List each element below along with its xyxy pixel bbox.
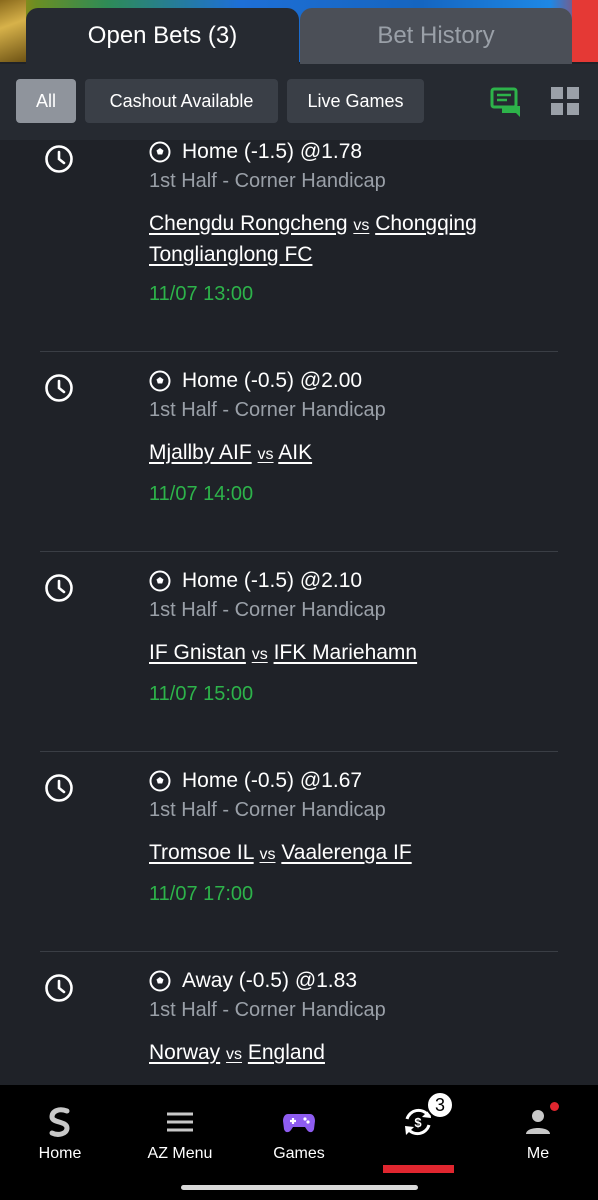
- notification-dot: [550, 1102, 559, 1111]
- clock-icon: [45, 374, 73, 402]
- divider: [40, 351, 558, 352]
- vs-label: vs: [226, 1046, 243, 1063]
- nav-az-menu-label: AZ Menu: [147, 1145, 213, 1162]
- nav-me[interactable]: Me: [488, 1105, 588, 1165]
- bottom-nav: Home AZ Menu Games $ 3 Me: [0, 1085, 598, 1200]
- nav-home[interactable]: Home: [10, 1105, 110, 1165]
- vs-label: vs: [353, 217, 370, 234]
- bet-time: 11/07 14:00: [149, 483, 254, 505]
- filter-cashout-button[interactable]: Cashout Available: [85, 79, 278, 123]
- selection-text: Home (-1.5) @2.10: [182, 569, 363, 592]
- bet-tabs: Open Bets (3) Bet History: [0, 8, 598, 64]
- open-bets-count-badge: 3: [426, 1091, 454, 1119]
- selection-text: Away (-0.5) @1.83: [182, 969, 358, 992]
- tab-bet-history[interactable]: Bet History: [300, 8, 572, 64]
- home-indicator[interactable]: [181, 1185, 418, 1190]
- clock-icon: [45, 774, 73, 802]
- active-tab-indicator: [383, 1165, 454, 1173]
- bet-selection: Home (-0.5) @2.00: [149, 369, 362, 393]
- selection-text: Home (-1.5) @1.78: [182, 140, 363, 163]
- selection-text: Home (-0.5) @2.00: [182, 369, 363, 392]
- clock-icon: [45, 574, 73, 602]
- nav-me-label: Me: [526, 1145, 550, 1162]
- bet-market: 1st Half - Corner Handicap: [149, 999, 386, 1021]
- svg-text:$: $: [414, 1115, 422, 1130]
- bet-time: 11/07 13:00: [149, 283, 254, 305]
- nav-my-bets[interactable]: $: [368, 1105, 468, 1165]
- home-team[interactable]: Norway: [149, 1041, 220, 1064]
- bet-market: 1st Half - Corner Handicap: [149, 799, 386, 821]
- vs-label: vs: [251, 646, 268, 663]
- divider: [40, 551, 558, 552]
- soccer-ball-icon: [149, 970, 171, 992]
- bet-match[interactable]: Chengdu Rongcheng vs Chongqing Tongliang…: [149, 209, 549, 269]
- nav-az-menu[interactable]: AZ Menu: [130, 1105, 230, 1165]
- bet-match[interactable]: Norway vs England: [149, 1038, 549, 1069]
- home-team[interactable]: Tromsoe IL: [149, 841, 254, 864]
- clock-icon: [45, 974, 73, 1002]
- filter-bar: All Cashout Available Live Games: [0, 64, 598, 140]
- bet-selection: Home (-0.5) @1.67: [149, 769, 362, 793]
- bet-match[interactable]: Mjallby AIF vs AIK: [149, 438, 549, 469]
- open-bets-list: Home (-1.5) @1.78 1st Half - Corner Hand…: [0, 140, 598, 1085]
- soccer-ball-icon: [149, 370, 171, 392]
- gamepad-icon: [283, 1114, 315, 1133]
- bet-time: 11/07 17:00: [149, 883, 254, 905]
- bet-time: 11/07 15:00: [149, 683, 254, 705]
- away-team[interactable]: IFK Mariehamn: [274, 641, 418, 664]
- bet-slip-icon[interactable]: [490, 84, 524, 118]
- nav-home-label: Home: [38, 1145, 82, 1162]
- nav-games[interactable]: Games: [249, 1105, 349, 1165]
- selection-text: Home (-0.5) @1.67: [182, 769, 363, 792]
- divider: [40, 751, 558, 752]
- home-team[interactable]: IF Gnistan: [149, 641, 246, 664]
- home-team[interactable]: Mjallby AIF: [149, 441, 252, 464]
- vs-label: vs: [259, 846, 276, 863]
- soccer-ball-icon: [149, 770, 171, 792]
- soccer-ball-icon: [149, 141, 171, 163]
- bet-match[interactable]: IF Gnistan vs IFK Mariehamn: [149, 638, 549, 669]
- away-team[interactable]: England: [248, 1041, 325, 1064]
- away-team[interactable]: Vaalerenga IF: [281, 841, 411, 864]
- home-logo-icon: [49, 1107, 70, 1137]
- bet-market: 1st Half - Corner Handicap: [149, 170, 386, 192]
- nav-games-label: Games: [273, 1145, 325, 1162]
- bet-market: 1st Half - Corner Handicap: [149, 599, 386, 621]
- menu-icon: [167, 1112, 193, 1132]
- grid-view-icon[interactable]: [550, 86, 580, 116]
- home-team[interactable]: Chengdu Rongcheng: [149, 212, 348, 235]
- user-icon: [526, 1110, 550, 1134]
- bet-selection: Home (-1.5) @1.78: [149, 140, 362, 164]
- bet-market: 1st Half - Corner Handicap: [149, 399, 386, 421]
- away-team[interactable]: AIK: [278, 441, 312, 464]
- vs-label: vs: [257, 446, 274, 463]
- clock-icon: [45, 145, 73, 173]
- soccer-ball-icon: [149, 570, 171, 592]
- tab-open-bets[interactable]: Open Bets (3): [26, 8, 299, 64]
- filter-live-games-button[interactable]: Live Games: [287, 79, 424, 123]
- bet-selection: Home (-1.5) @2.10: [149, 569, 362, 593]
- bet-match[interactable]: Tromsoe IL vs Vaalerenga IF: [149, 838, 549, 869]
- bet-selection: Away (-0.5) @1.83: [149, 969, 357, 993]
- divider: [40, 951, 558, 952]
- filter-all-button[interactable]: All: [16, 79, 76, 123]
